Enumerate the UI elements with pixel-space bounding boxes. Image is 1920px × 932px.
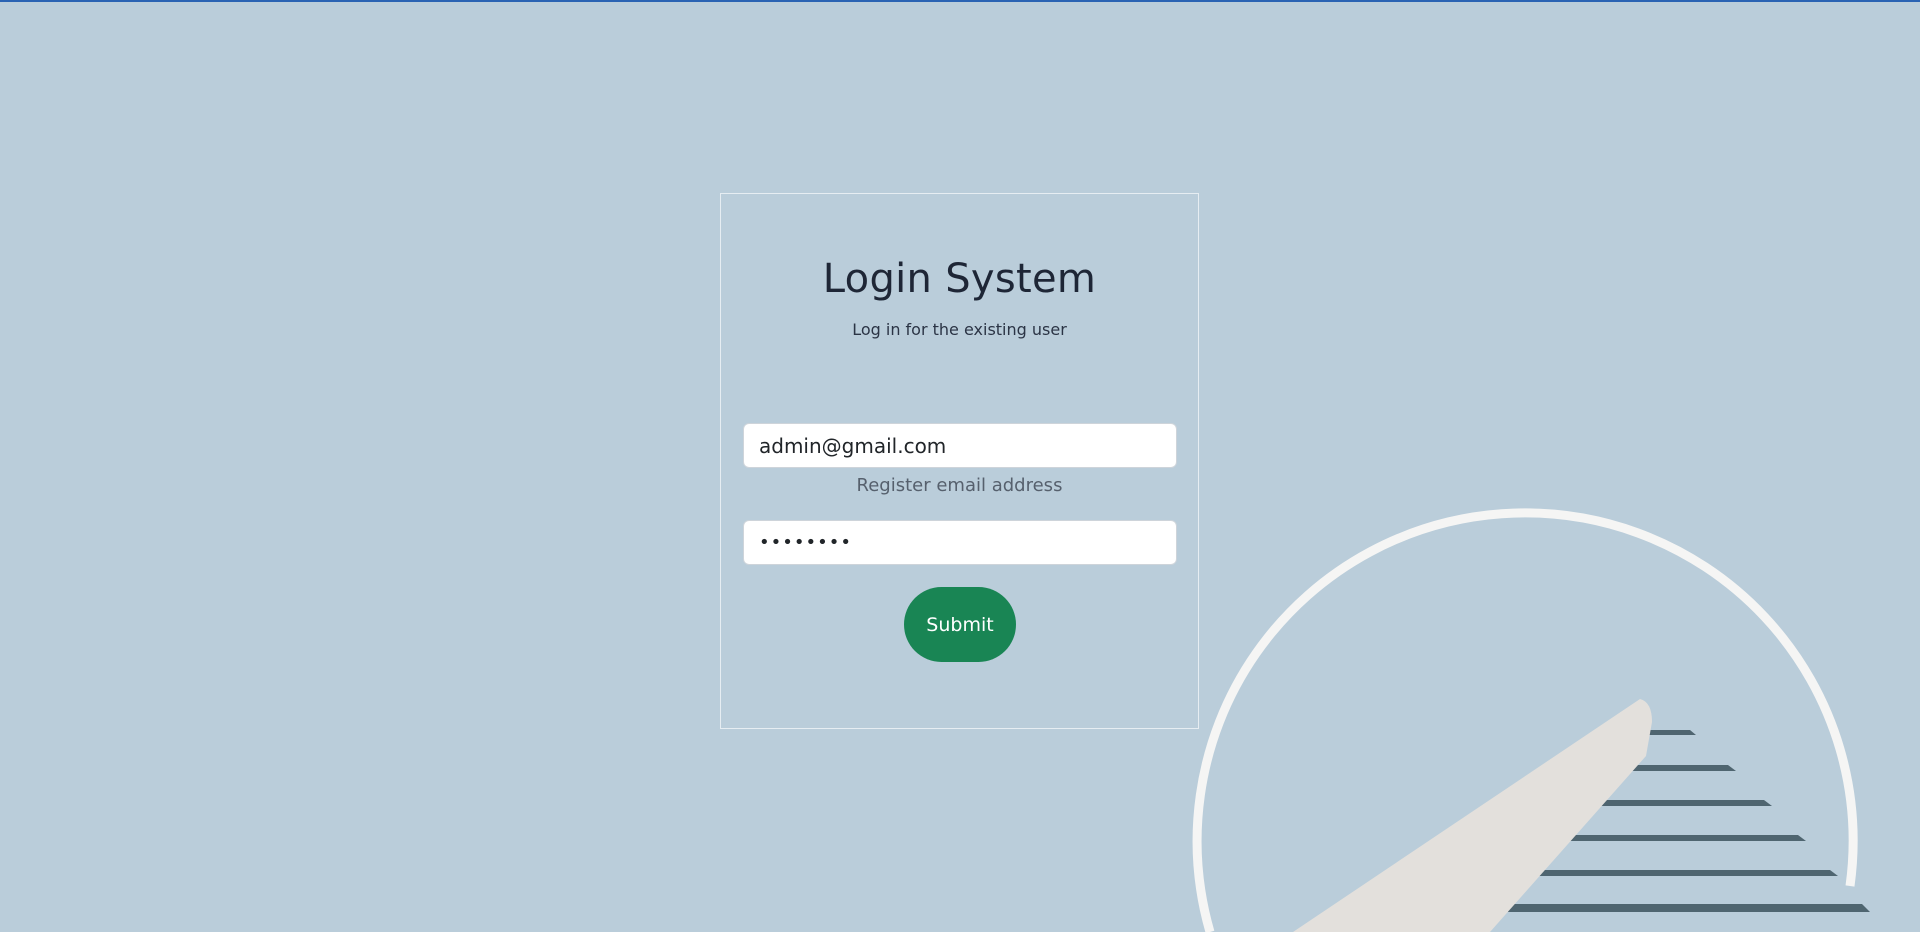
tick-3 (1588, 800, 1772, 806)
password-field[interactable] (743, 520, 1177, 565)
login-card: Login System Log in for the existing use… (720, 193, 1199, 729)
speedometer-needle (1293, 699, 1652, 932)
page-subtitle: Log in for the existing user (852, 320, 1067, 339)
email-field[interactable] (743, 423, 1177, 468)
tick-4 (1562, 835, 1806, 841)
tick-5 (1536, 870, 1838, 876)
email-help-text: Register email address (856, 475, 1063, 496)
submit-button[interactable]: Submit (904, 587, 1016, 662)
page-title: Login System (822, 256, 1097, 302)
tick-6 (1508, 904, 1870, 912)
